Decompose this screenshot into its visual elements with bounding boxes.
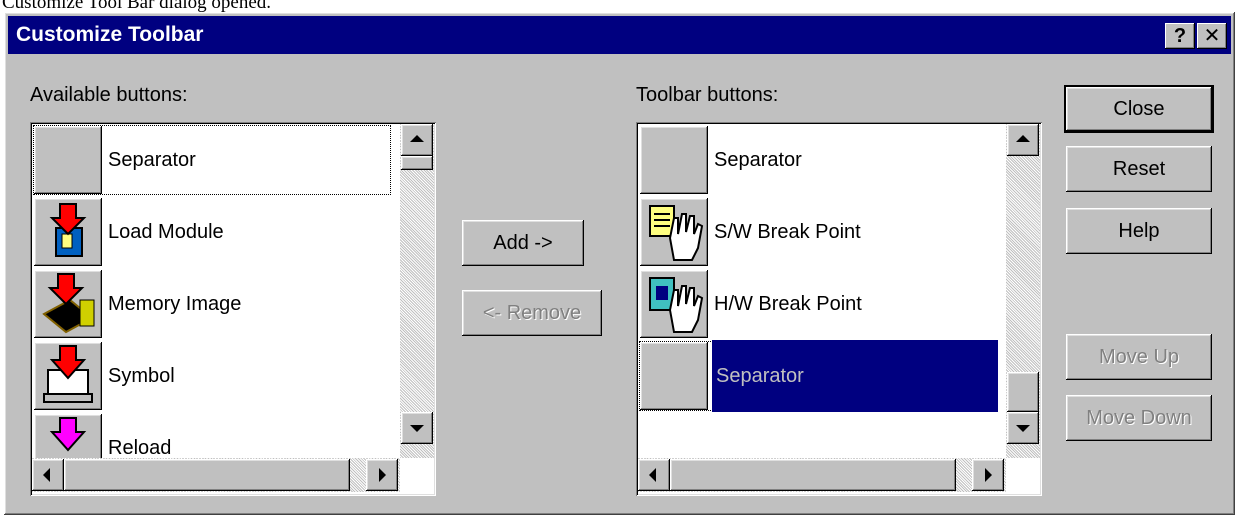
list-item-label: Symbol xyxy=(108,365,175,387)
reload-icon xyxy=(34,414,102,458)
scroll-down-button[interactable] xyxy=(1007,412,1039,444)
arrow-up-icon xyxy=(410,135,424,142)
list-item[interactable]: Reload xyxy=(32,412,392,458)
scroll-thumb[interactable] xyxy=(401,156,433,170)
list-item-label: Separator xyxy=(714,149,802,171)
reset-button[interactable]: Reset xyxy=(1066,146,1212,192)
list-item[interactable]: Memory Image xyxy=(32,268,392,340)
list-item-label: Reload xyxy=(108,437,172,458)
list-item-label: H/W Break Point xyxy=(714,293,862,315)
available-buttons-list[interactable]: Separator Load Module Memory Image Symbo… xyxy=(30,122,436,496)
arrow-up-icon xyxy=(1016,135,1030,142)
scroll-right-button[interactable] xyxy=(972,459,1004,491)
scroll-left-button[interactable] xyxy=(32,459,64,491)
customize-toolbar-dialog: Customize Toolbar ? ✕ Available buttons:… xyxy=(4,12,1235,515)
help-button[interactable]: Help xyxy=(1066,208,1212,254)
toolbar-horizontal-scrollbar[interactable] xyxy=(638,458,1006,492)
list-item[interactable]: Separator xyxy=(638,124,998,196)
available-vertical-scrollbar[interactable] xyxy=(400,124,434,458)
toolbar-buttons-label: Toolbar buttons: xyxy=(636,84,779,106)
dialog-title: Customize Toolbar xyxy=(16,23,204,46)
list-item-label: Separator xyxy=(712,340,998,412)
scroll-thumb[interactable] xyxy=(64,459,350,491)
list-item-selected[interactable]: Separator xyxy=(638,340,998,412)
move-down-button[interactable]: Move Down xyxy=(1066,395,1212,441)
arrow-down-icon xyxy=(1016,425,1030,432)
memory-image-icon xyxy=(34,270,102,338)
move-up-button[interactable]: Move Up xyxy=(1066,334,1212,380)
available-horizontal-scrollbar[interactable] xyxy=(32,458,400,492)
blank-icon xyxy=(640,126,708,194)
list-item[interactable]: Separator xyxy=(32,124,392,196)
add-button[interactable]: Add -> xyxy=(462,220,584,266)
list-item-label: Load Module xyxy=(108,221,224,243)
scroll-up-button[interactable] xyxy=(401,124,433,156)
scroll-right-button[interactable] xyxy=(366,459,398,491)
load-module-icon xyxy=(34,198,102,266)
available-list-area: Separator Load Module Memory Image Symbo… xyxy=(32,124,398,458)
arrow-right-icon xyxy=(379,468,386,482)
remove-button[interactable]: <- Remove xyxy=(462,290,602,336)
scroll-thumb[interactable] xyxy=(670,459,956,491)
blank-icon xyxy=(640,342,708,410)
available-buttons-label: Available buttons: xyxy=(30,84,188,106)
arrow-down-icon xyxy=(410,425,424,432)
title-bar: Customize Toolbar ? ✕ xyxy=(8,16,1231,54)
arrow-left-icon xyxy=(649,468,656,482)
close-button[interactable]: Close xyxy=(1066,87,1212,131)
list-item[interactable]: H/W Break Point xyxy=(638,268,998,340)
toolbar-buttons-list[interactable]: Separator S/W Break Point H/W Break Poin… xyxy=(636,122,1042,496)
arrow-right-icon xyxy=(985,468,992,482)
list-item[interactable]: S/W Break Point xyxy=(638,196,998,268)
scroll-down-button[interactable] xyxy=(401,412,433,444)
scroll-left-button[interactable] xyxy=(638,459,670,491)
help-title-button[interactable]: ? xyxy=(1165,23,1195,49)
hw-breakpoint-icon xyxy=(640,270,708,338)
list-item[interactable]: Load Module xyxy=(32,196,392,268)
scroll-thumb[interactable] xyxy=(1007,372,1039,412)
sw-breakpoint-icon xyxy=(640,198,708,266)
blank-icon xyxy=(34,126,102,194)
scroll-up-button[interactable] xyxy=(1007,124,1039,156)
list-item-label: S/W Break Point xyxy=(714,221,861,243)
arrow-left-icon xyxy=(43,468,50,482)
list-item[interactable]: Symbol xyxy=(32,340,392,412)
list-item-label: Memory Image xyxy=(108,293,242,315)
close-title-button[interactable]: ✕ xyxy=(1197,23,1227,49)
symbol-icon xyxy=(34,342,102,410)
toolbar-list-area: Separator S/W Break Point H/W Break Poin… xyxy=(638,124,1004,458)
toolbar-vertical-scrollbar[interactable] xyxy=(1006,124,1040,458)
list-item-label: Separator xyxy=(108,149,196,171)
